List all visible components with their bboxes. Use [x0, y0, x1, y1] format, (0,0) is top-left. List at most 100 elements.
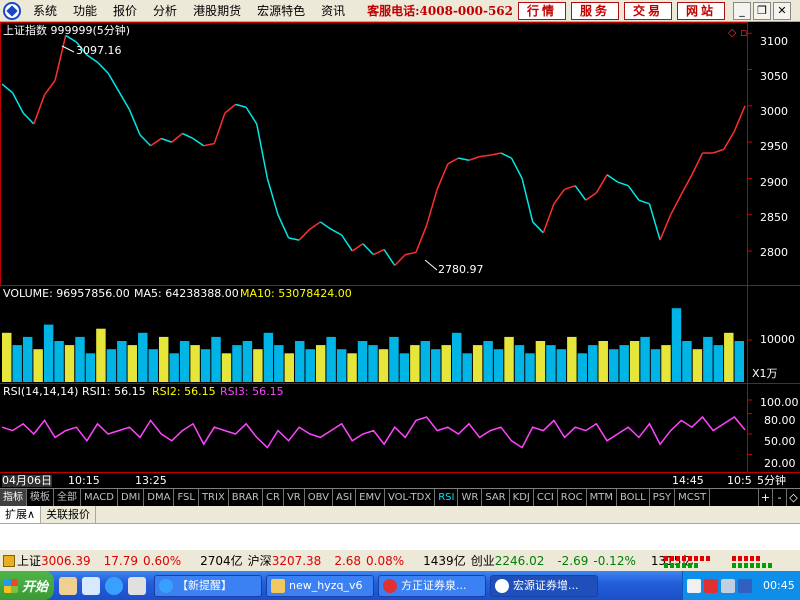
more-indicator-button[interactable]: ◇: [786, 489, 800, 506]
tab-dmi[interactable]: DMI: [118, 489, 145, 506]
time-label: 13:25: [135, 474, 167, 487]
volume-value: VOLUME: 96957856.00: [3, 287, 130, 300]
tab-cr[interactable]: CR: [263, 489, 284, 506]
tab-macd[interactable]: MACD: [81, 489, 118, 506]
start-button[interactable]: 开始: [0, 571, 54, 600]
volume-bar: [713, 345, 724, 382]
price-segment: [96, 61, 109, 74]
clock[interactable]: 00:45: [763, 579, 795, 592]
tab-psy[interactable]: PSY: [650, 489, 676, 506]
rsi-params: RSI(14,14,14): [3, 385, 79, 398]
volume-bar: [577, 353, 588, 382]
add-indicator-button[interactable]: +: [758, 489, 772, 506]
ie-icon[interactable]: [105, 576, 123, 595]
minimize-icon[interactable]: _: [733, 1, 751, 20]
volume-bar: [472, 345, 483, 382]
price-segment: [415, 225, 428, 253]
tab-dma[interactable]: DMA: [144, 489, 175, 506]
task-new-reminder[interactable]: 【新提醒】: [154, 574, 262, 597]
quote-button[interactable]: 行情: [518, 1, 566, 20]
tab-emv[interactable]: EMV: [356, 489, 385, 506]
price-segment: [351, 243, 364, 252]
cy-index-pct: -0.12%: [593, 553, 636, 568]
menu-hk-futures[interactable]: 港股期货: [185, 0, 249, 22]
system-tray: 00:45: [682, 571, 800, 600]
hongyuan-app-icon: [495, 578, 509, 593]
antivirus-icon[interactable]: [704, 578, 718, 593]
tab-related-quotes[interactable]: 关联报价: [41, 506, 97, 523]
volume-bar: [734, 341, 744, 382]
hs-index-value: 3207.38: [271, 553, 322, 568]
service-button[interactable]: 服务: [571, 1, 619, 20]
tab-expand[interactable]: 扩展∧: [0, 506, 42, 523]
volume-bar: [326, 336, 336, 382]
price-segment: [680, 174, 693, 195]
price-segment: [362, 243, 375, 256]
tab-brar[interactable]: BRAR: [229, 489, 263, 506]
tab-all[interactable]: 全部: [54, 489, 81, 506]
volume-bar: [671, 308, 682, 382]
tab-asi[interactable]: ASI: [333, 489, 357, 506]
volume-bar: [221, 353, 232, 382]
close-icon[interactable]: ✕: [773, 1, 791, 20]
tab-vr[interactable]: VR: [284, 489, 305, 506]
status-icon[interactable]: [3, 554, 15, 567]
tab-template[interactable]: 模板: [27, 489, 54, 506]
tab-cci[interactable]: CCI: [534, 489, 558, 506]
network-icon[interactable]: [687, 578, 701, 593]
volume-bar: [158, 336, 169, 382]
price-segment: [723, 130, 736, 150]
cy-index-value: 2246.02: [494, 553, 545, 568]
menu-function[interactable]: 功能: [65, 0, 105, 22]
volume-bar: [169, 353, 179, 382]
website-button[interactable]: 网站: [677, 1, 725, 20]
kline-chart[interactable]: ◇ ▫: [0, 22, 800, 488]
volume-bar: [525, 353, 535, 382]
volume-icon[interactable]: [721, 578, 735, 593]
tab-indicator[interactable]: 指标: [0, 489, 27, 506]
volume-bar: [598, 341, 608, 382]
trade-button[interactable]: 交易: [624, 1, 672, 20]
tab-sar[interactable]: SAR: [482, 489, 510, 506]
menu-analysis[interactable]: 分析: [145, 0, 185, 22]
tab-kdj[interactable]: KDJ: [510, 489, 534, 506]
tab-wr[interactable]: WR: [458, 489, 483, 506]
price-panel-border: [0, 22, 748, 286]
task-founder-securities[interactable]: 方正证券泉...: [378, 574, 486, 597]
tab-mcst[interactable]: MCST: [675, 489, 711, 506]
price-tick: 2900: [760, 176, 788, 189]
tab-trix[interactable]: TRIX: [199, 489, 229, 506]
remove-indicator-button[interactable]: -: [772, 489, 786, 506]
price-segment: [733, 105, 746, 132]
menu-quote[interactable]: 报价: [105, 0, 145, 22]
tab-roc[interactable]: ROC: [558, 489, 587, 506]
explorer-icon[interactable]: [59, 576, 77, 595]
volume-bar: [211, 336, 221, 382]
app-logo-icon[interactable]: [3, 1, 21, 20]
task-folder[interactable]: new_hyzq_v6: [266, 574, 374, 597]
price-segment: [224, 103, 236, 114]
price-segment: [11, 92, 24, 114]
period-label[interactable]: 5分钟: [757, 475, 786, 487]
tab-vol-tdx[interactable]: VOL-TDX: [385, 489, 436, 506]
volume-bar: [483, 341, 493, 382]
menu-system[interactable]: 系统: [25, 0, 65, 22]
menu-hongyuan[interactable]: 宏源特色: [249, 0, 313, 22]
tab-mtm[interactable]: MTM: [587, 489, 617, 506]
tab-fsl[interactable]: FSL: [174, 489, 199, 506]
restore-icon[interactable]: ❐: [753, 1, 771, 20]
media-icon[interactable]: [128, 576, 146, 595]
desktop-icon[interactable]: [82, 576, 100, 595]
price-segment: [447, 157, 459, 165]
tab-boll[interactable]: BOLL: [617, 489, 650, 506]
extension-tab-bar: 扩展∧ 关联报价: [0, 506, 800, 524]
menu-news[interactable]: 资讯: [313, 0, 353, 22]
price-segment: [606, 174, 619, 183]
task-hongyuan-securities[interactable]: 宏源证券增...: [490, 574, 598, 597]
security-shield-icon[interactable]: [738, 578, 752, 593]
tab-rsi[interactable]: RSI: [435, 489, 459, 506]
price-segment: [330, 228, 343, 236]
volume-bar: [33, 349, 43, 382]
tab-obv[interactable]: OBV: [305, 489, 333, 506]
price-segment: [171, 132, 183, 143]
